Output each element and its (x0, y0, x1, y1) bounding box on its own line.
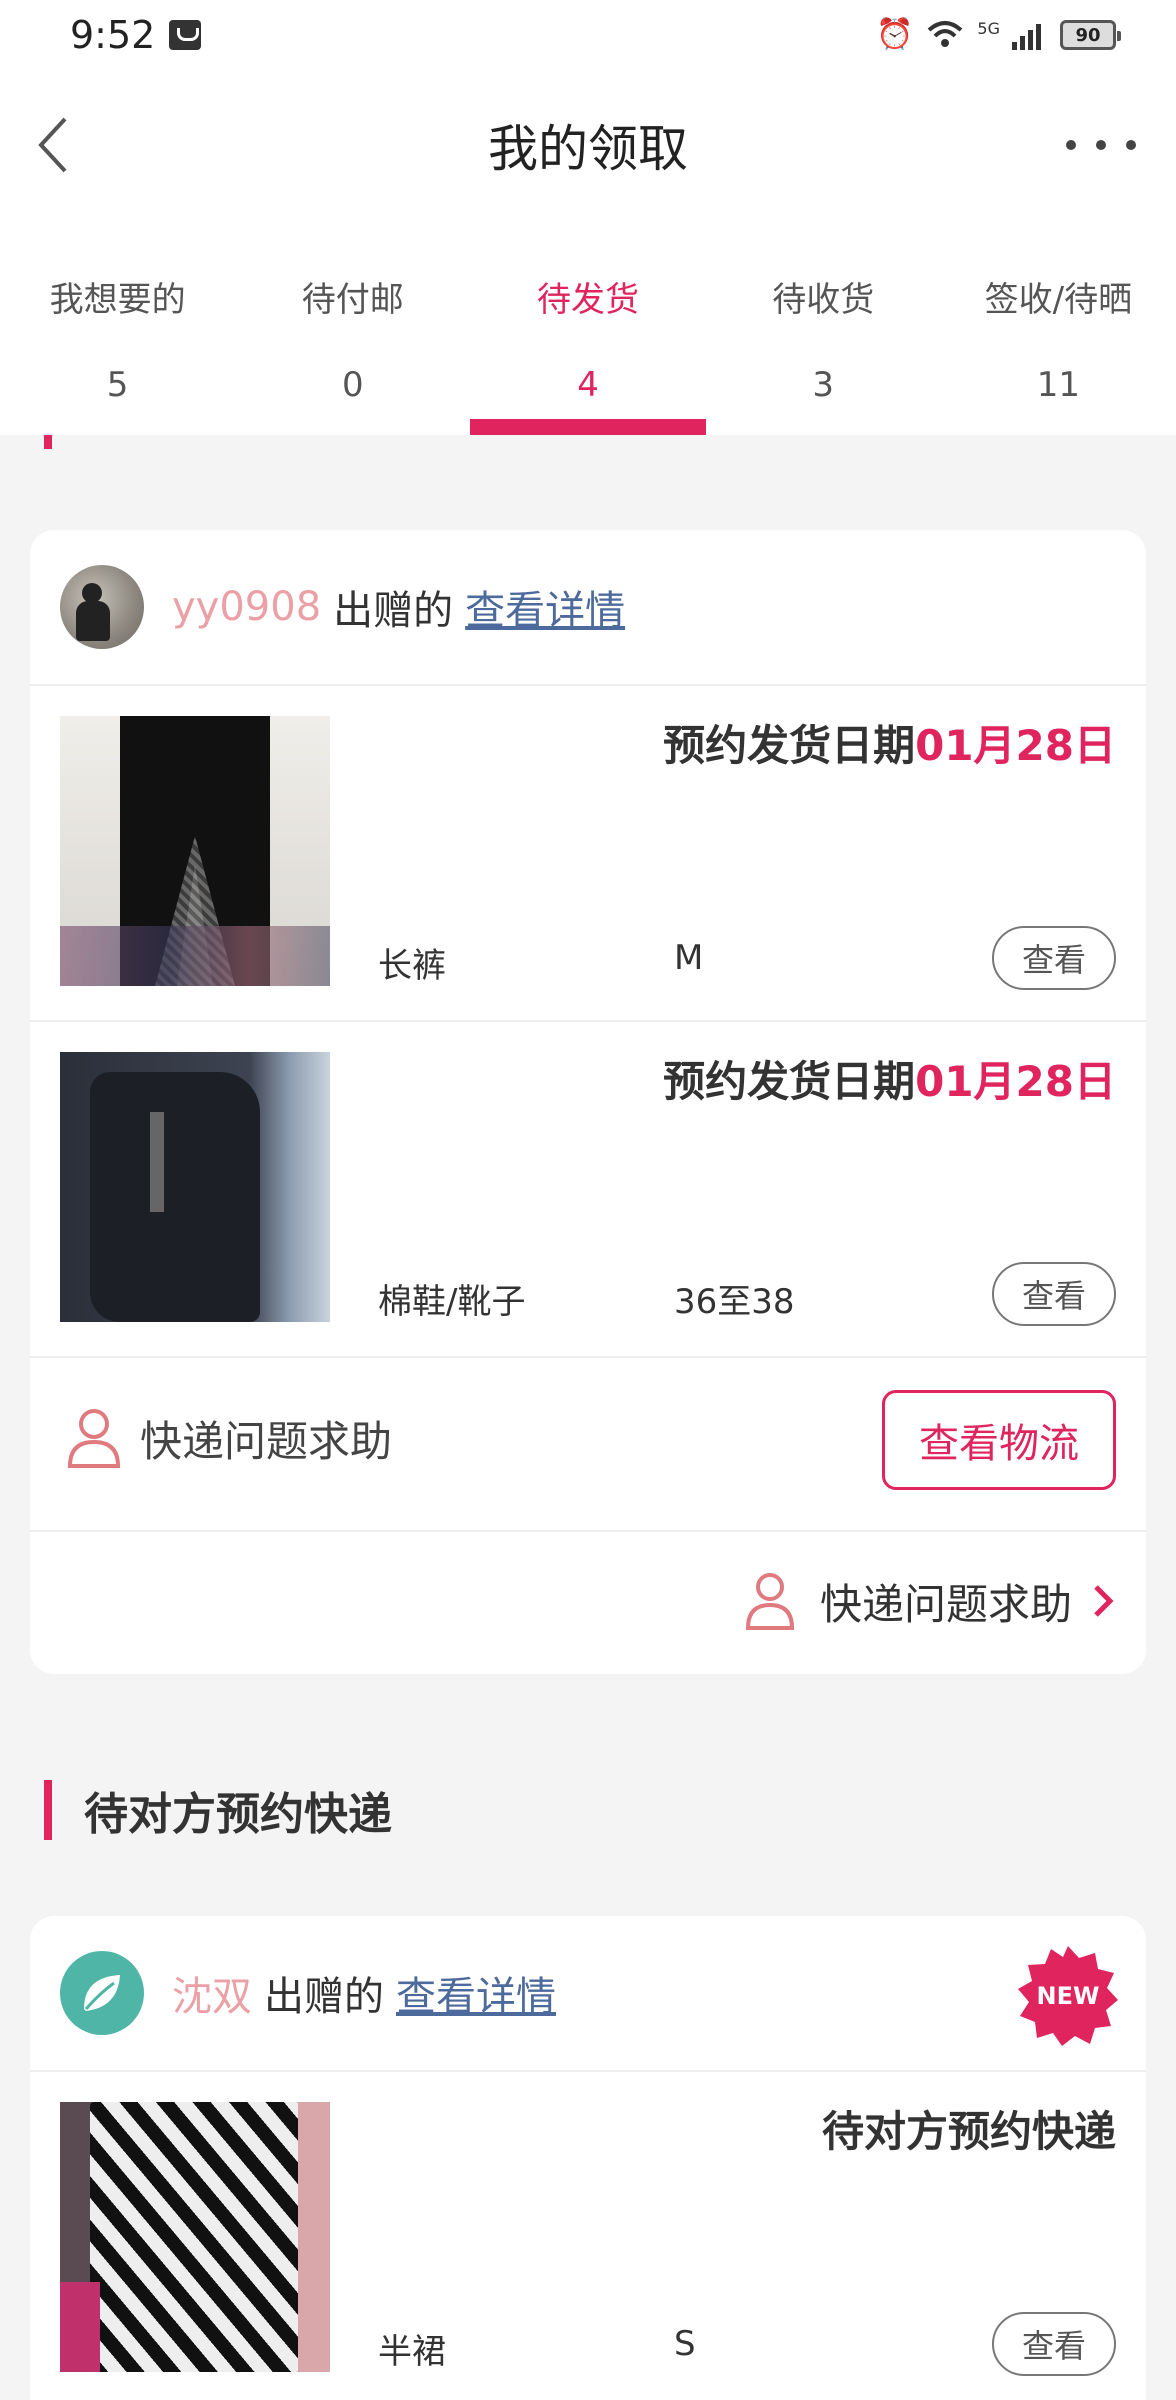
item-thumbnail[interactable] (60, 716, 330, 986)
item-size: 36至38 (674, 1282, 795, 1322)
tab-want[interactable]: 我想要的 5 (0, 220, 235, 435)
tab-pending-shipment[interactable]: 待发货 4 (470, 220, 706, 435)
status-bar: 9:52 ⏰ 5G 90 (0, 0, 1176, 70)
floor-shape (60, 926, 330, 986)
item-size: S (674, 2324, 696, 2364)
status-left: 9:52 (70, 13, 202, 57)
item-size: M (674, 938, 704, 978)
chevron-left-icon (38, 117, 67, 173)
tab-count: 3 (812, 365, 835, 405)
leaf-icon (84, 1975, 120, 2011)
ship-date: 预约发货日期01月28日 (663, 712, 1116, 773)
battery-icon: 90 (1060, 20, 1121, 50)
express-help-link-label: 快递问题求助 (819, 1579, 1072, 1629)
status-tabs: 我想要的 5 待付邮 0 待发货 4 待收货 3 签收/待晒 11 (0, 220, 1176, 435)
view-item-button[interactable]: 查看 (992, 926, 1116, 990)
giver-label: 出赠的 (333, 588, 454, 634)
item-thumbnail[interactable] (60, 1052, 330, 1322)
tab-label: 待收货 (772, 280, 875, 320)
more-options-button[interactable] (1066, 125, 1136, 165)
ship-date-value: 01月28日 (915, 1057, 1116, 1106)
tab-label: 待发货 (537, 280, 639, 320)
view-details-link[interactable]: 查看详情 (396, 1964, 556, 2022)
skirt-shape (90, 2102, 300, 2372)
dot-icon (1096, 140, 1106, 150)
active-tab-indicator (470, 419, 706, 435)
list-item: 预约发货日期01月28日 棉鞋/靴子 36至38 查看 (30, 1022, 1146, 1358)
dot-icon (1126, 140, 1136, 150)
express-help-label[interactable]: 快递问题求助 (140, 1408, 392, 1469)
section-title: 待对方预约快递 (84, 1789, 392, 1840)
ship-date-prefix: 预约发货日期 (663, 1057, 916, 1106)
nav-bar: 我的领取 (0, 70, 1176, 220)
card-header: yy0908 出赠的 查看详情 (30, 530, 1146, 686)
clothes-shape (60, 2282, 100, 2372)
network-type-label: 5G (977, 18, 1000, 38)
wifi-icon (928, 21, 963, 47)
tab-label: 待付邮 (301, 280, 404, 320)
avatar[interactable] (60, 565, 144, 649)
section-header: 待对方预约快递 (0, 1778, 1176, 1842)
help-row: 快递问题求助 查看物流 (30, 1358, 1146, 1532)
view-details-link[interactable]: 查看详情 (465, 578, 625, 636)
express-help-link-row[interactable]: 快递问题求助 (30, 1532, 1146, 1674)
section-accent-bar (44, 435, 52, 449)
item-thumbnail[interactable] (60, 2102, 330, 2372)
express-help-link[interactable]: 快递问题求助 (742, 1570, 1116, 1632)
giver-username[interactable]: yy0908 (172, 584, 321, 630)
ship-date-prefix: 预约发货日期 (663, 721, 916, 770)
clothes-shape (298, 2102, 330, 2372)
list-item: 待对方预约快递 半裙 S 查看 (30, 2072, 1146, 2400)
giver-label: 出赠的 (264, 1974, 384, 2020)
avatar[interactable] (60, 1951, 144, 2035)
status-time: 9:52 (70, 13, 156, 57)
person-icon (745, 1573, 794, 1630)
item-name: 半裙 (378, 2332, 446, 2372)
tab-count: 11 (1036, 365, 1081, 405)
back-button[interactable] (22, 115, 82, 175)
new-badge: NEW (1018, 1946, 1118, 2046)
item-name: 棉鞋/靴子 (378, 1282, 526, 1322)
tab-label: 我想要的 (49, 280, 186, 320)
alarm-icon: ⏰ (876, 17, 914, 52)
tab-count: 5 (106, 365, 129, 405)
message-notification-icon (169, 20, 202, 50)
tab-count: 4 (577, 365, 599, 405)
tab-pending-receipt[interactable]: 待收货 3 (706, 220, 941, 435)
person-icon (67, 1409, 121, 1468)
pending-status: 待对方预约快递 (821, 2107, 1116, 2156)
view-item-button[interactable]: 查看 (992, 2312, 1116, 2376)
status-right: ⏰ 5G 90 (876, 17, 1121, 52)
tab-count: 0 (341, 365, 364, 405)
section-header-clipped (0, 435, 1176, 449)
view-logistics-button[interactable]: 查看物流 (882, 1390, 1116, 1490)
section-accent-bar (44, 1780, 52, 1840)
signal-icon (1012, 24, 1041, 50)
list-item: 预约发货日期01月28日 长裤 M 查看 (30, 686, 1146, 1022)
tab-pending-postage[interactable]: 待付邮 0 (235, 220, 470, 435)
ship-date: 预约发货日期01月28日 (663, 1048, 1116, 1109)
gift-card: 沈双 出赠的 查看详情 NEW 待对方预约快递 半裙 S 查看 (30, 1916, 1146, 2400)
chevron-right-icon (1094, 1585, 1114, 1617)
tab-signed-share[interactable]: 签收/待晒 11 (941, 220, 1176, 435)
tab-label: 签收/待晒 (984, 280, 1133, 320)
page-title: 我的领取 (488, 120, 688, 178)
gift-card: yy0908 出赠的 查看详情 预约发货日期01月28日 长裤 M 查看 预约发… (30, 530, 1146, 1674)
item-name: 长裤 (378, 946, 446, 986)
card-header: 沈双 出赠的 查看详情 NEW (30, 1916, 1146, 2072)
ship-date-value: 01月28日 (915, 721, 1116, 770)
dot-icon (1066, 140, 1076, 150)
tassel-shape (150, 1112, 164, 1212)
boot-shape (90, 1072, 260, 1322)
battery-level: 90 (1075, 24, 1101, 46)
view-item-button[interactable]: 查看 (992, 1262, 1116, 1326)
giver-username[interactable]: 沈双 (172, 1964, 252, 2022)
